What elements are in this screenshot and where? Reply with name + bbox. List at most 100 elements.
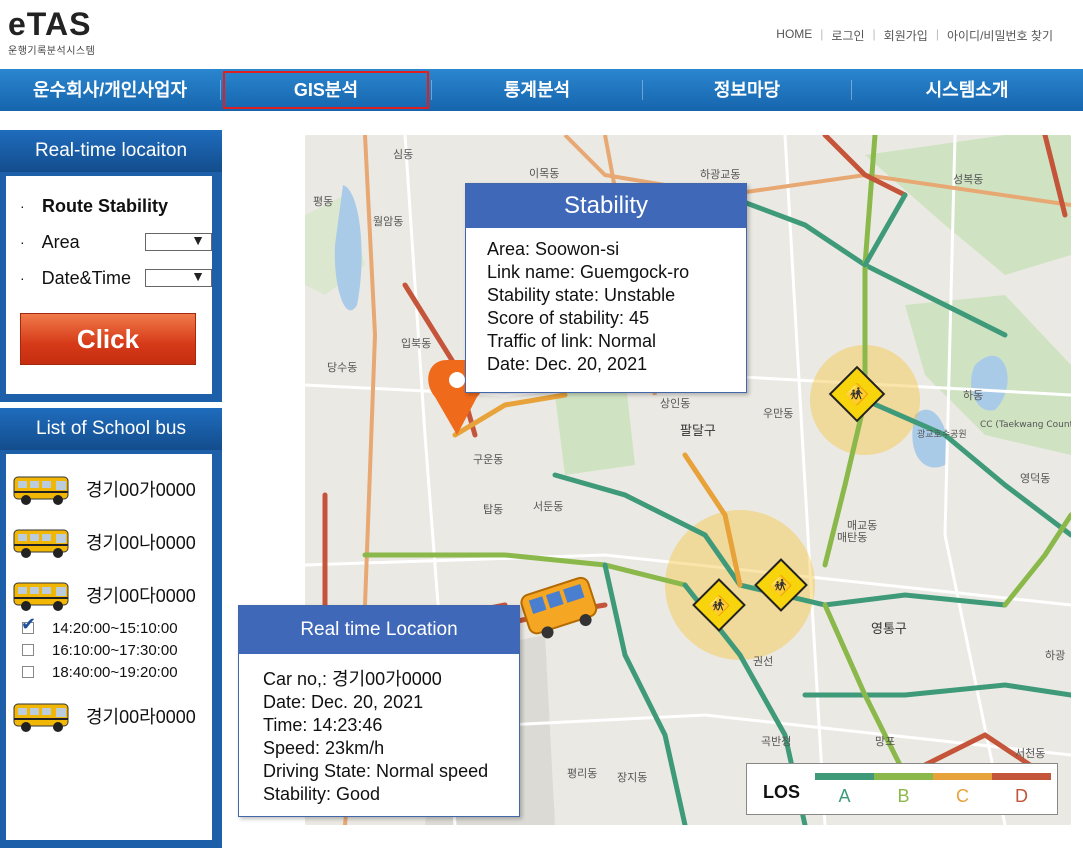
bus-list-item[interactable]: 경기00나0000 — [6, 515, 212, 568]
los-legend-title: LOS — [763, 782, 801, 802]
school-bus-icon — [13, 703, 69, 732]
datetime-row: · Date&Time — [20, 260, 212, 296]
bullet-icon: · — [20, 270, 25, 286]
svg-text:🚸: 🚸 — [707, 594, 731, 617]
find-account-link[interactable]: 아이디/비밀번호 찾기 — [939, 27, 1061, 44]
nav-item-statistics[interactable]: 통계분석 — [432, 69, 642, 111]
map-label: 평리동 — [567, 767, 597, 780]
map-label: 입북동 — [401, 337, 431, 350]
time-slot-label: 18:40:00~19:20:00 — [52, 663, 178, 681]
map-label: 광교호수공원 — [917, 428, 967, 440]
area-row: · Area — [20, 224, 212, 260]
los-a-label: A — [838, 786, 851, 806]
click-button[interactable]: Click — [20, 313, 196, 365]
top-links: HOME | 로그인 | 회원가입 | 아이디/비밀번호 찾기 — [768, 27, 1061, 44]
bus-plate: 경기00다0000 — [86, 585, 196, 606]
datetime-select[interactable] — [145, 268, 212, 287]
time-slot: 16:10:00~17:30:00 — [22, 639, 212, 661]
school-bus-panel: List of School bus 경기00가0000 경기00나0000 경… — [0, 408, 222, 848]
svg-text:🚸: 🚸 — [769, 574, 793, 597]
logo-title: eTAS — [8, 6, 92, 42]
school-bus-list: 경기00가0000 경기00나0000 경기00다0000 14:20:00~1… — [6, 454, 212, 840]
map-label: 권선 — [753, 655, 773, 668]
stability-popup-title: Stability — [466, 184, 746, 228]
map-label: 하동 — [963, 388, 983, 402]
school-bus-panel-title: List of School bus — [0, 408, 222, 450]
realtime-panel-body: · Route Stability · Area · Date&Time Cli… — [6, 176, 212, 394]
map-label: 서둔동 — [533, 500, 563, 513]
logo-subtitle: 운행기록분석시스템 — [8, 46, 96, 57]
los-b-label: B — [897, 786, 910, 806]
nav-item-transport-company[interactable]: 운수회사/개인사업자 — [0, 69, 220, 111]
stability-popup: Stability Area: Soowon-si Link name: Gue… — [465, 183, 747, 393]
area-select[interactable] — [145, 232, 212, 251]
map-label: 탑동 — [483, 503, 503, 516]
bus-list-item[interactable]: 경기00가0000 — [6, 462, 212, 515]
area-label: Area — [41, 231, 80, 252]
logo[interactable]: eTAS 운행기록분석시스템 — [8, 8, 95, 57]
signup-link[interactable]: 회원가입 — [876, 27, 936, 44]
location-stability: Stability: Good — [263, 784, 381, 804]
map-label: 이목동 — [529, 167, 559, 180]
home-link[interactable]: HOME — [768, 27, 820, 44]
map-label: 영덕동 — [1020, 472, 1050, 485]
bullet-icon: · — [20, 234, 25, 250]
los-d-swatch — [992, 773, 1051, 780]
route-stability-label: Route Stability — [42, 195, 169, 216]
stability-traffic: Traffic of link: Normal — [487, 331, 657, 351]
map-label: 당수동 — [327, 361, 357, 374]
location-speed: Speed: 23km/h — [263, 738, 385, 758]
bus-list-item[interactable]: 경기00라0000 — [6, 689, 212, 742]
map-label: 팔달구 — [680, 424, 716, 439]
time-slot-checkbox[interactable] — [21, 614, 36, 635]
map-label: 영통구 — [871, 622, 907, 637]
time-slot-checkbox[interactable] — [22, 666, 34, 678]
realtime-panel: Real-time locaiton · Route Stability · A… — [0, 130, 222, 402]
time-slot: 18:40:00~19:20:00 — [22, 661, 212, 683]
location-date: Date: Dec. 20, 2021 — [263, 692, 424, 712]
los-d-label: D — [1015, 786, 1028, 806]
map-label: 우만동 — [763, 407, 793, 420]
los-c-swatch — [933, 773, 992, 780]
nav-item-gis-analysis[interactable]: GIS분석 — [221, 69, 431, 111]
bus-plate: 경기00라0000 — [86, 706, 196, 727]
map-label: 곡반정 — [761, 735, 791, 748]
map-label: 하광교동 — [700, 167, 740, 181]
route-stability-option[interactable]: · Route Stability — [20, 188, 212, 224]
stability-date: Date: Dec. 20, 2021 — [487, 354, 648, 374]
map-label: 하광 — [1045, 648, 1065, 662]
location-popup-title: Real time Location — [239, 606, 519, 654]
stability-score: Score of stability: 45 — [487, 308, 650, 328]
school-bus-icon — [13, 476, 69, 505]
login-link[interactable]: 로그인 — [823, 27, 872, 44]
nav-item-system-intro[interactable]: 시스템소개 — [852, 69, 1082, 111]
stability-area: Area: Soowon-si — [487, 239, 620, 259]
bus-plate: 경기00나0000 — [86, 532, 196, 553]
location-time: Time: 14:23:46 — [263, 715, 383, 735]
stability-state: Stability state: Unstable — [487, 285, 676, 305]
bus-marker-icon — [520, 576, 598, 639]
bullet-icon: · — [20, 198, 25, 214]
location-car-no: Car no,: 경기00가0000 — [263, 669, 442, 689]
time-slot: 14:20:00~15:10:00 — [21, 614, 212, 639]
realtime-panel-title: Real-time locaiton — [0, 130, 222, 172]
datetime-label: Date&Time — [41, 267, 132, 288]
map-label: 평동 — [313, 195, 333, 208]
bus-list-item[interactable]: 경기00다0000 — [6, 568, 212, 621]
bus-plate: 경기00가0000 — [86, 479, 196, 500]
map-label: 구운동 — [473, 453, 503, 466]
time-slot-label: 16:10:00~17:30:00 — [52, 641, 178, 659]
map-label: 장지동 — [617, 771, 647, 784]
svg-text:🚸: 🚸 — [845, 382, 870, 406]
los-a-swatch — [815, 773, 874, 780]
map-label: 성복동 — [953, 173, 983, 186]
time-slot-checkbox[interactable] — [22, 644, 34, 656]
stability-link-name: Link name: Guemgock-ro — [487, 262, 690, 282]
map-label: 상인동 — [660, 397, 690, 410]
nav-item-info[interactable]: 정보마당 — [643, 69, 851, 111]
location-popup: Real time Location Car no,: 경기00가0000 Da… — [238, 605, 520, 817]
los-b-swatch — [874, 773, 933, 780]
los-legend: LOS A B C D — [746, 763, 1058, 815]
map-label: 심동 — [393, 148, 413, 161]
main-nav: 운수회사/개인사업자 GIS분석 통계분석 정보마당 시스템소개 — [0, 69, 1083, 111]
